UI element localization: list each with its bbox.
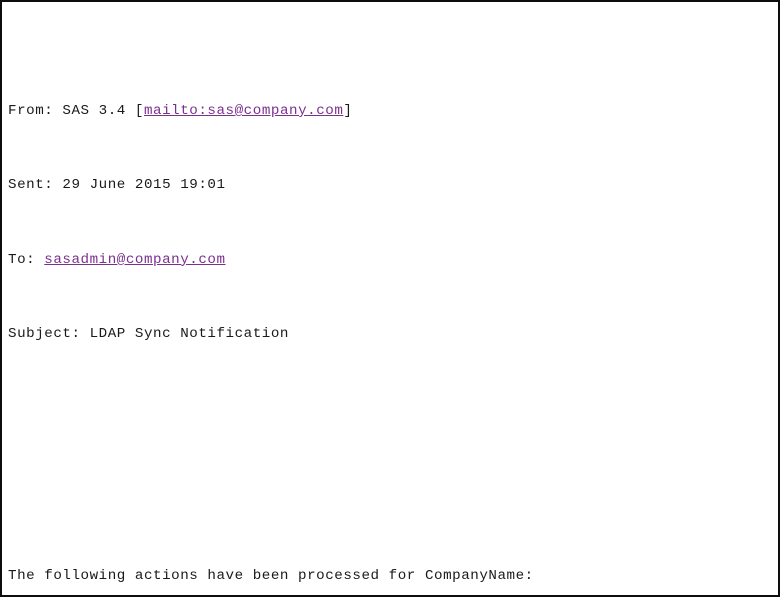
email-header-sent: Sent: 29 June 2015 19:01 xyxy=(8,176,776,195)
to-address-link[interactable]: sasadmin@company.com xyxy=(44,252,225,268)
from-value: SAS 3.4 xyxy=(62,102,135,119)
email-content: From: SAS 3.4 [mailto:sas@company.com] S… xyxy=(8,9,776,595)
email-headers: From: SAS 3.4 [mailto:sas@company.com] S… xyxy=(8,65,776,381)
email-header-to: To: sasadmin@company.com xyxy=(8,251,776,270)
email-header-subject: Subject: LDAP Sync Notification xyxy=(8,325,776,344)
body-intro-line: The following actions have been processe… xyxy=(8,567,534,584)
email-header-from: From: SAS 3.4 [mailto:sas@company.com] xyxy=(8,102,776,121)
sent-value: 29 June 2015 19:01 xyxy=(62,177,226,194)
spacer-2 xyxy=(8,492,776,511)
from-mailto-link[interactable]: mailto:sas@company.com xyxy=(144,103,343,119)
from-label: From: xyxy=(8,102,63,119)
from-bracket-open: [ xyxy=(134,102,144,119)
subject-label: Subject: xyxy=(8,326,90,343)
email-notification-window: From: SAS 3.4 [mailto:sas@company.com] S… xyxy=(0,0,780,597)
to-label: To: xyxy=(8,251,45,268)
from-bracket-close: ] xyxy=(343,102,353,119)
sent-label: Sent: xyxy=(8,177,63,194)
spacer-1 xyxy=(8,437,776,456)
subject-value: LDAP Sync Notification xyxy=(89,326,289,343)
